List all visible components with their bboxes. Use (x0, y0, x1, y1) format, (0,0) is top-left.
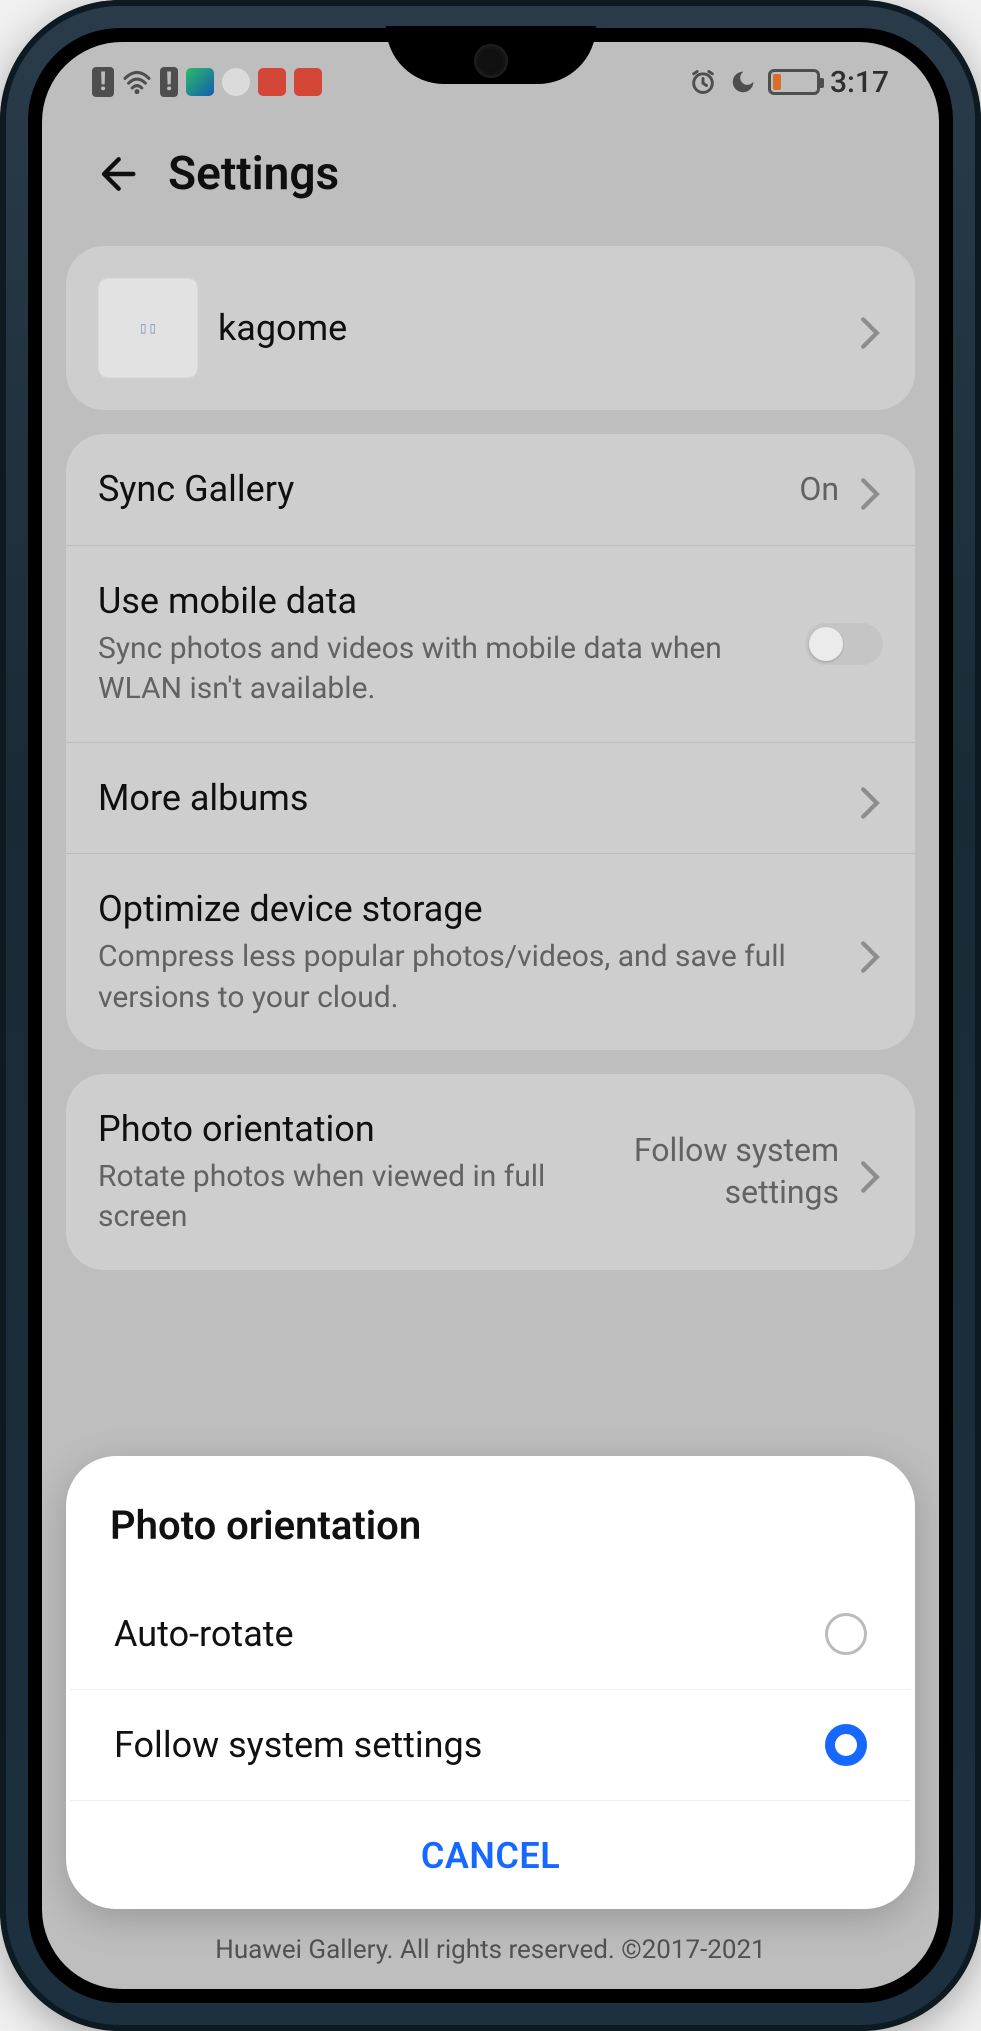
dialog-option-label: Follow system settings (114, 1724, 482, 1766)
dialog-option-auto-rotate[interactable]: Auto-rotate (70, 1579, 911, 1690)
radio-unselected-icon (825, 1613, 867, 1655)
radio-selected-icon (825, 1724, 867, 1766)
screen: ! ! (42, 42, 939, 1989)
dialog-cancel-button[interactable]: CANCEL (66, 1801, 915, 1899)
phone-frame: ! ! (0, 0, 981, 2031)
dialog-option-follow-system[interactable]: Follow system settings (70, 1690, 911, 1801)
orientation-dialog: Photo orientation Auto-rotate Follow sys… (66, 1456, 915, 1909)
dialog-option-label: Auto-rotate (114, 1613, 294, 1655)
dialog-title: Photo orientation (66, 1492, 915, 1579)
display-notch (386, 26, 596, 84)
